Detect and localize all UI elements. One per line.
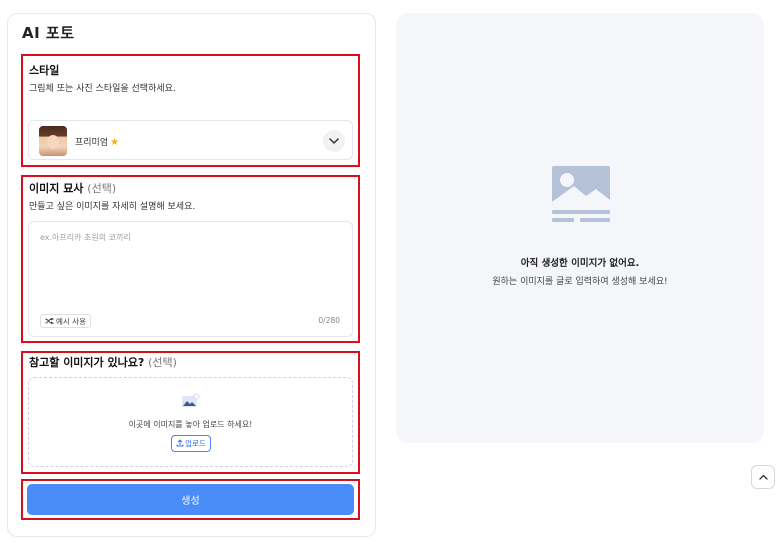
generate-button[interactable]: 생성: [27, 484, 354, 515]
style-thumbnail: [39, 126, 67, 156]
scroll-to-top-button[interactable]: [751, 465, 775, 489]
generate-section: 생성: [21, 479, 360, 520]
upload-icon: [176, 438, 184, 449]
empty-state-description: 원하는 이미지를 글로 입력하여 생성해 보세요!: [492, 277, 668, 287]
reference-section: 참고할 이미지가 있나요? (선택) 이곳에 이미지를 놓아 업로드 하세요! …: [21, 351, 360, 474]
use-example-button[interactable]: 예시 사용: [40, 314, 91, 328]
style-selected-label: 프리미엄 ★: [75, 137, 120, 148]
star-icon: ★: [110, 137, 120, 148]
page-title: AI 포토: [22, 24, 75, 42]
description-section: 이미지 묘사 (선택) 만들고 싶은 이미지를 자세히 설명해 보세요. ex.…: [21, 175, 360, 343]
image-drop-zone[interactable]: 이곳에 이미지를 놓아 업로드 하세요! 업로드: [28, 377, 353, 467]
shuffle-icon: [45, 317, 55, 326]
preview-panel: 아직 생성한 이미지가 없어요. 원하는 이미지를 글로 입력하여 생성해 보세…: [396, 13, 764, 443]
style-description: 그림체 또는 사진 스타일을 선택하세요.: [29, 84, 176, 94]
reference-title: 참고할 이미지가 있나요? (선택): [29, 356, 177, 369]
char-count: 0/280: [318, 316, 340, 325]
style-select[interactable]: 프리미엄 ★: [28, 120, 353, 160]
chevron-up-icon: [758, 474, 768, 480]
image-upload-icon: [182, 393, 200, 407]
style-title: 스타일: [29, 64, 60, 77]
image-placeholder-icon: [552, 166, 610, 222]
description-textarea[interactable]: ex.아프리카 초원의 코끼리 예시 사용 0/280: [28, 221, 353, 337]
upload-button[interactable]: 업로드: [171, 435, 211, 452]
description-help: 만들고 싶은 이미지를 자세히 설명해 보세요.: [29, 202, 196, 212]
description-placeholder: ex.아프리카 초원의 코끼리: [40, 233, 131, 242]
drop-text: 이곳에 이미지를 놓아 업로드 하세요!: [128, 420, 253, 429]
empty-state-title: 아직 생성한 이미지가 없어요.: [520, 258, 640, 269]
style-section: 스타일 그림체 또는 사진 스타일을 선택하세요. 프리미엄 ★: [21, 54, 360, 167]
chevron-down-icon[interactable]: [323, 130, 345, 152]
description-title: 이미지 묘사 (선택): [29, 182, 117, 195]
